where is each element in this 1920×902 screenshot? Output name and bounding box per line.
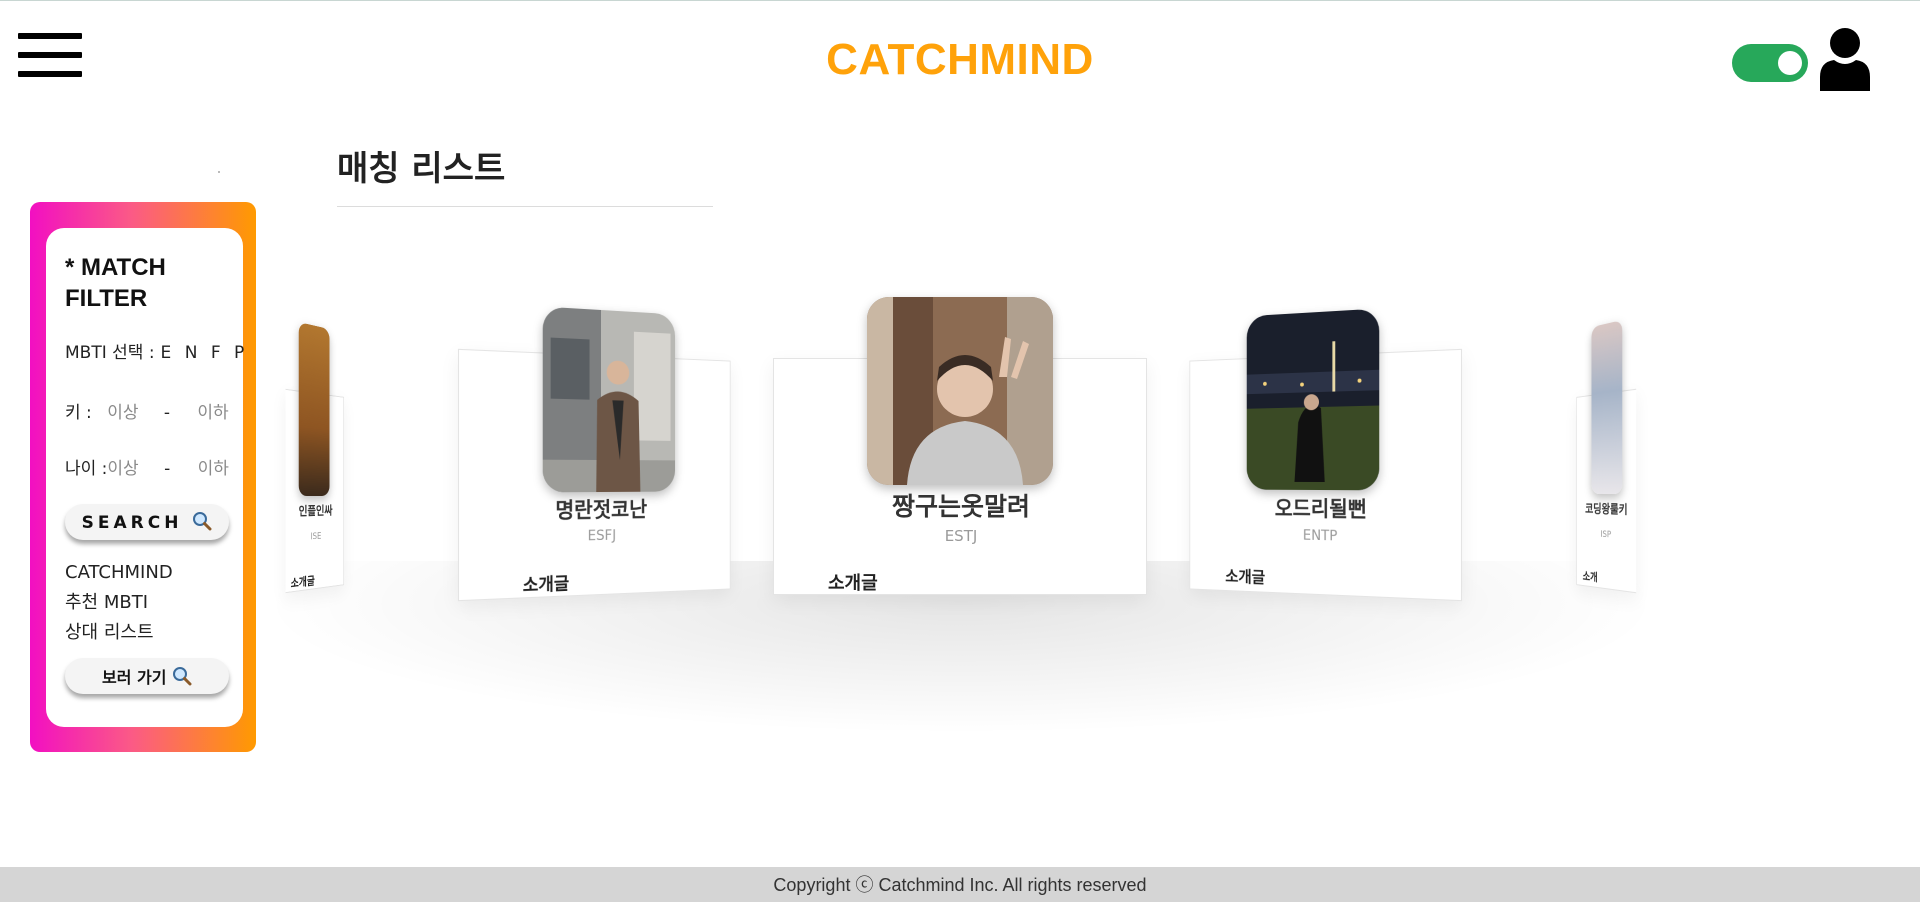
page-title: 매칭 리스트 xyxy=(337,149,506,189)
footer: Copyright ⓒ Catchmind Inc. All rights re… xyxy=(0,867,1920,902)
profile-name: 코딩왕룰키 xyxy=(1585,501,1628,517)
profile-card[interactable]: 명란젓코난 ESFJ 소개글 xyxy=(457,306,731,602)
age-filter-row: 나이 :이상 - 이하 xyxy=(65,454,229,479)
mbti-filter-row: MBTI 선택 : E N F P xyxy=(65,338,248,363)
profile-card[interactable]: 코딩왕룰키 ISP 소개 xyxy=(1576,319,1637,594)
profile-card[interactable]: 오드리될뻔 ENTP 소개글 xyxy=(1189,308,1463,602)
profile-mbti: ISP xyxy=(1600,529,1612,541)
site-logo[interactable]: CATCHMIND xyxy=(0,35,1920,85)
profile-card[interactable]: 인플인싸 ISE 소개글 xyxy=(285,322,344,594)
profile-name: 명란젓코난 xyxy=(555,497,648,523)
profile-photo xyxy=(1246,308,1380,491)
view-button-label: 보러 가기 xyxy=(101,668,167,687)
age-max-input[interactable]: 이하 xyxy=(198,459,229,479)
profile-intro-label: 소개글 xyxy=(522,574,570,597)
height-filter-row: 키 : 이상 - 이하 xyxy=(65,398,229,423)
user-profile-icon[interactable] xyxy=(1818,27,1872,91)
profile-mbti: ENTP xyxy=(1302,527,1338,545)
photo-content xyxy=(542,306,676,493)
page: CATCHMIND 매칭 리스트 * MATCH FILTER MBTI 선택 … xyxy=(0,0,1920,902)
height-max-input[interactable]: 이하 xyxy=(197,403,228,423)
age-label: 나이 : xyxy=(65,459,108,479)
decorative-dot xyxy=(218,171,220,173)
mbti-label: MBTI 선택 : xyxy=(65,343,155,363)
profile-name: 짱구는옷말려 xyxy=(891,492,1030,521)
profile-photo xyxy=(542,306,676,493)
toggle-knob xyxy=(1778,51,1802,75)
profile-mbti: ISE xyxy=(310,531,322,543)
profile-name: 인플인싸 xyxy=(298,503,333,519)
magnifier-icon xyxy=(193,512,212,531)
mbti-selector[interactable]: E N F P xyxy=(161,343,249,363)
photo-content xyxy=(1246,308,1380,491)
magnifier-icon xyxy=(173,667,192,686)
profile-mbti: ESTJ xyxy=(944,527,978,545)
search-button[interactable]: SEARCH xyxy=(65,504,229,540)
recommend-line: CATCHMIND xyxy=(65,562,173,583)
profile-photo xyxy=(298,322,330,497)
match-filter-panel: * MATCH FILTER MBTI 선택 : E N F P 키 : 이상 -… xyxy=(30,202,256,752)
height-label: 키 : xyxy=(65,403,92,423)
match-filter-body: * MATCH FILTER MBTI 선택 :E N F P 키 : 이상 -… xyxy=(46,228,244,727)
photo-content xyxy=(867,297,1053,485)
profile-intro-label: 소개글 xyxy=(290,574,315,591)
profile-mbti: ESFJ xyxy=(587,527,617,545)
range-separator: - xyxy=(163,403,171,423)
profile-photo xyxy=(1591,319,1623,495)
search-button-label: SEARCH xyxy=(81,513,183,533)
view-recommendations-button[interactable]: 보러 가기 xyxy=(65,658,229,694)
profile-photo xyxy=(867,297,1053,485)
recommend-line: 추천 MBTI xyxy=(65,592,149,613)
age-min-input[interactable]: 이상 xyxy=(107,459,138,479)
recommend-text: CATCHMIND 추천 MBTI 상대 리스트 xyxy=(65,558,173,648)
range-separator: - xyxy=(164,459,171,479)
recommend-line: 상대 리스트 xyxy=(65,622,154,643)
height-min-input[interactable]: 이상 xyxy=(107,403,138,423)
profile-intro-label: 소개글 xyxy=(828,573,878,594)
title-divider xyxy=(337,206,713,207)
profile-card[interactable]: 짱구는옷말려 ESTJ 소개글 xyxy=(773,297,1147,595)
profile-intro-label: 소개글 xyxy=(1225,566,1266,587)
profile-name: 오드리될뻔 xyxy=(1274,496,1367,522)
filter-title: * MATCH FILTER xyxy=(65,254,166,312)
profile-intro-label: 소개 xyxy=(1582,569,1598,585)
theme-toggle[interactable] xyxy=(1732,44,1808,82)
